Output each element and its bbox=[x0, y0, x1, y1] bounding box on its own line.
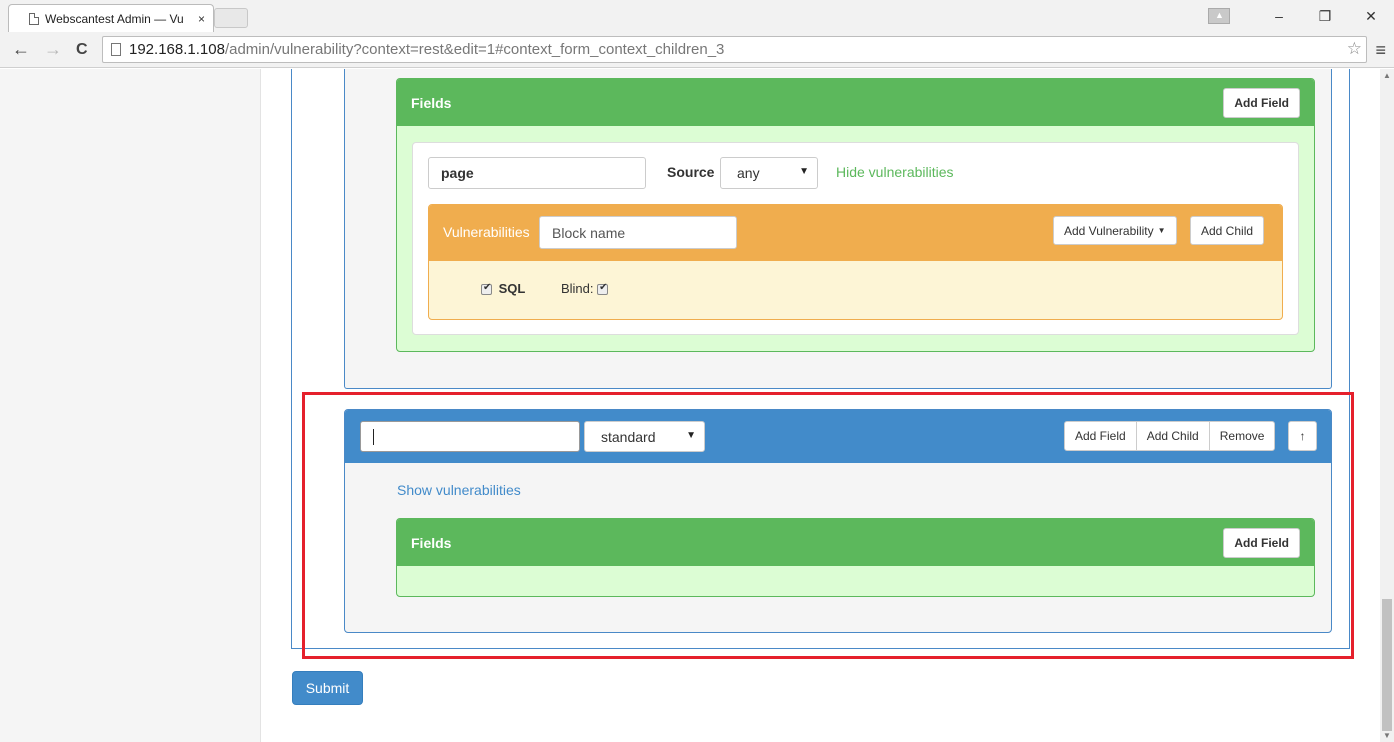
blind-checkbox[interactable] bbox=[597, 282, 609, 296]
page-scrollbar[interactable]: ▲ ▼ bbox=[1380, 69, 1394, 742]
sql-checkbox[interactable] bbox=[481, 282, 492, 296]
add-child-button[interactable]: Add Child bbox=[1190, 216, 1265, 245]
bookmark-star-icon[interactable]: ☆ bbox=[1347, 39, 1362, 59]
source-label: Source bbox=[667, 164, 715, 180]
tab-close-icon[interactable]: × bbox=[198, 12, 205, 26]
add-vulnerability-button[interactable]: Add Vulnerability ▼ bbox=[1053, 216, 1177, 245]
block-name-input[interactable]: Block name bbox=[539, 216, 737, 249]
vulnerabilities-label: Vulnerabilities bbox=[443, 224, 530, 240]
window-close-icon[interactable]: ✕ bbox=[1348, 8, 1394, 25]
minimize-icon[interactable]: – bbox=[1256, 8, 1302, 24]
menu-icon[interactable]: ≡ bbox=[1375, 40, 1386, 61]
profile-icon[interactable] bbox=[1208, 8, 1230, 24]
source-select-value: any bbox=[737, 165, 760, 181]
scroll-up-icon[interactable]: ▲ bbox=[1383, 71, 1391, 80]
page-icon bbox=[29, 12, 39, 25]
admin-sidebar bbox=[0, 69, 261, 742]
browser-tabstrip: Webscantest Admin — Vu × – ❐ ✕ bbox=[0, 0, 1394, 32]
source-select[interactable]: any ▼ bbox=[720, 157, 818, 189]
restore-icon[interactable]: ❐ bbox=[1302, 8, 1348, 25]
address-bar[interactable]: 192.168.1.108/admin/vulnerability?contex… bbox=[102, 36, 1367, 63]
forward-icon[interactable]: → bbox=[44, 39, 62, 60]
url-host: 192.168.1.108 bbox=[129, 41, 225, 58]
browser-tab[interactable]: Webscantest Admin — Vu × bbox=[8, 4, 214, 32]
highlight-annotation bbox=[302, 392, 1354, 659]
blind-label: Blind: bbox=[560, 281, 594, 296]
chevron-down-icon: ▼ bbox=[799, 166, 809, 177]
scroll-down-icon[interactable]: ▼ bbox=[1383, 731, 1391, 740]
window-controls: – ❐ ✕ bbox=[1208, 0, 1394, 32]
hide-vulnerabilities-link[interactable]: Hide vulnerabilities bbox=[836, 164, 954, 180]
scroll-thumb[interactable] bbox=[1382, 599, 1392, 731]
new-tab-button[interactable] bbox=[214, 8, 248, 28]
url-path: /admin/vulnerability?context=rest&edit=1… bbox=[224, 41, 725, 58]
vulnerabilities-header: Vulnerabilities Block name Add Vulnerabi… bbox=[429, 205, 1282, 261]
fields-panel-header: Fields Add Field bbox=[397, 79, 1314, 126]
caret-down-icon: ▼ bbox=[1157, 226, 1166, 235]
vulnerabilities-panel: Vulnerabilities Block name Add Vulnerabi… bbox=[428, 204, 1283, 320]
sql-option: SQL Blind: bbox=[481, 281, 609, 296]
add-vulnerability-label: Add Vulnerability bbox=[1064, 223, 1154, 238]
browser-toolbar: ← → C 192.168.1.108/admin/vulnerability?… bbox=[0, 32, 1394, 68]
back-icon[interactable]: ← bbox=[12, 39, 30, 60]
reload-icon[interactable]: C bbox=[76, 41, 88, 59]
page-info-icon[interactable] bbox=[111, 43, 121, 56]
fields-header-title: Fields bbox=[411, 94, 452, 111]
field-name-input[interactable]: page bbox=[428, 157, 646, 189]
add-field-button[interactable]: Add Field bbox=[1223, 87, 1300, 118]
sql-label: SQL bbox=[498, 281, 526, 296]
submit-button[interactable]: Submit bbox=[292, 671, 363, 705]
tab-title: Webscantest Admin — Vu bbox=[45, 11, 184, 26]
